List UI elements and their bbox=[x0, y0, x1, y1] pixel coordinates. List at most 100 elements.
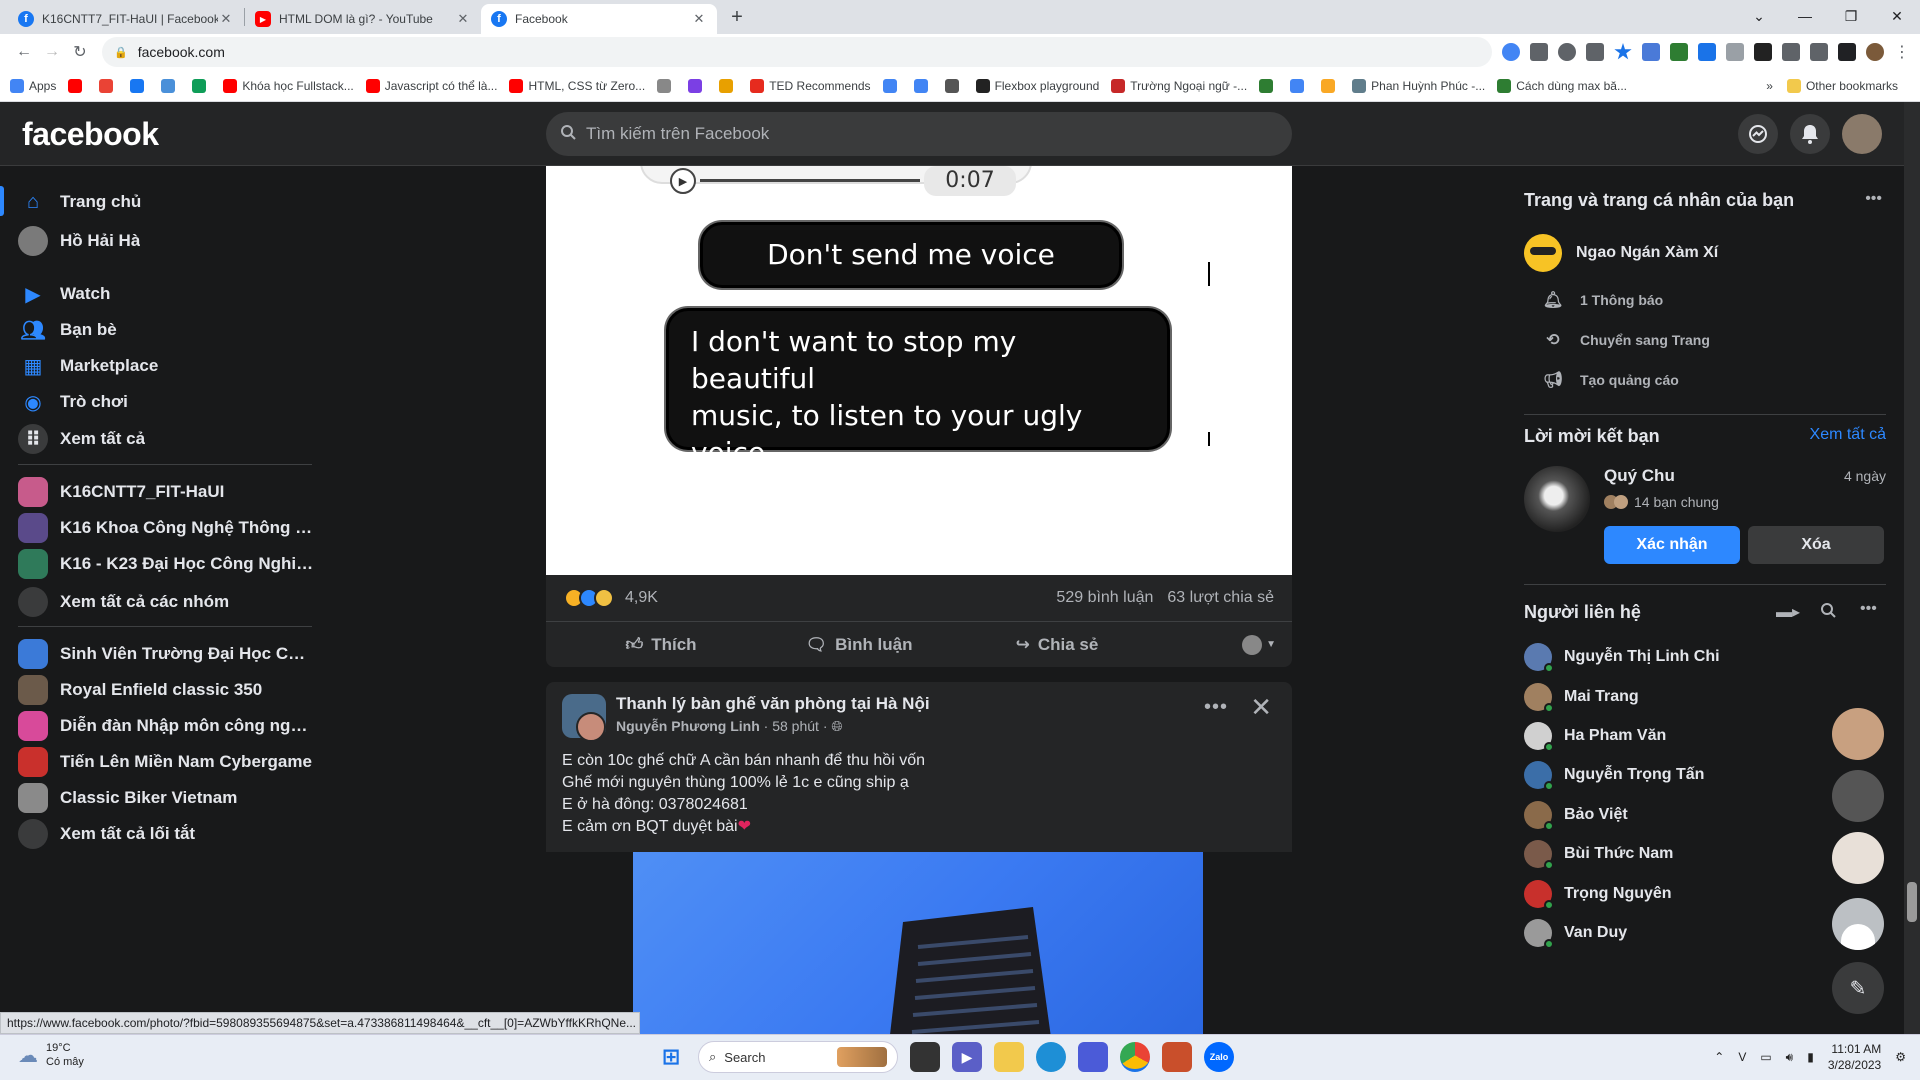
page-notifications[interactable]: 🔔︎ 1 Thông báo bbox=[1542, 290, 1663, 310]
omnibox[interactable]: 🔒 facebook.com bbox=[102, 37, 1492, 67]
bookmark-item[interactable] bbox=[688, 78, 707, 93]
bookmark-item[interactable] bbox=[1290, 78, 1309, 93]
chat-head[interactable] bbox=[1832, 832, 1884, 884]
office-icon[interactable] bbox=[1162, 1042, 1192, 1072]
search-input[interactable]: Tìm kiếm trên Facebook bbox=[546, 112, 1292, 156]
edge-icon[interactable] bbox=[1036, 1042, 1066, 1072]
puzzle-icon[interactable] bbox=[1782, 43, 1800, 61]
bookmark-item[interactable] bbox=[657, 78, 676, 93]
notifications-button[interactable] bbox=[1790, 114, 1830, 154]
volume-icon[interactable]: 🔊︎ bbox=[1786, 1050, 1794, 1065]
reaction-profile-selector[interactable]: ▼ bbox=[1156, 634, 1276, 655]
extension-icon[interactable] bbox=[1642, 43, 1660, 61]
switch-to-page[interactable]: ⟲ Chuyển sang Trang bbox=[1542, 330, 1710, 350]
bookmark-item[interactable] bbox=[1321, 78, 1340, 93]
contact-item[interactable]: Nguyễn Trọng Tấn bbox=[1524, 758, 1704, 792]
bookmark-item[interactable]: TED Recommends bbox=[750, 78, 871, 93]
tab-search-icon[interactable]: ⌄ bbox=[1736, 0, 1782, 32]
share-count[interactable]: 63 lượt chia sẻ bbox=[1167, 589, 1274, 607]
extension-icon[interactable] bbox=[1754, 43, 1772, 61]
nav-watch[interactable]: ▶ Watch bbox=[18, 276, 314, 312]
requester-avatar[interactable] bbox=[1524, 466, 1590, 532]
google-icon[interactable] bbox=[1502, 43, 1520, 61]
reaction-icons[interactable] bbox=[564, 588, 614, 608]
task-view-icon[interactable] bbox=[910, 1042, 940, 1072]
confirm-button[interactable]: Xác nhận bbox=[1604, 526, 1740, 564]
search-contacts-icon[interactable] bbox=[1820, 602, 1836, 623]
bookmark-item[interactable]: HTML, CSS từ Zero... bbox=[509, 78, 645, 93]
browser-tab-1[interactable]: ▶ HTML DOM là gì? - YouTube ✕ bbox=[245, 4, 481, 34]
file-explorer-icon[interactable] bbox=[994, 1042, 1024, 1072]
menu-kebab-icon[interactable]: ⋮ bbox=[1894, 42, 1910, 62]
see-all-link[interactable]: Xem tất cả bbox=[1810, 426, 1886, 444]
browser-tab-2[interactable]: f Facebook ✕ bbox=[481, 4, 717, 34]
minimize-button[interactable]: — bbox=[1782, 0, 1828, 32]
chat-head[interactable] bbox=[1832, 898, 1884, 950]
contact-item[interactable]: Bùi Thức Nam bbox=[1524, 837, 1673, 871]
contact-item[interactable]: Mai Trang bbox=[1524, 680, 1639, 714]
bookmark-item[interactable]: Javascript có thể là... bbox=[365, 78, 497, 93]
share-icon[interactable] bbox=[1586, 43, 1604, 61]
contact-item[interactable]: Nguyễn Thị Linh Chi bbox=[1524, 640, 1720, 674]
battery-icon[interactable]: ▮ bbox=[1807, 1050, 1814, 1064]
nav-shortcut[interactable]: Classic Biker Vietnam bbox=[18, 780, 314, 816]
facebook-logo[interactable]: facebook bbox=[22, 116, 159, 153]
messenger-button[interactable] bbox=[1738, 114, 1778, 154]
comment-count[interactable]: 529 bình luận bbox=[1056, 589, 1153, 607]
new-room-icon[interactable]: ▬▸ bbox=[1776, 602, 1800, 622]
vscode-icon[interactable] bbox=[1078, 1042, 1108, 1072]
nav-shortcut[interactable]: Diễn đàn Nhập môn công nghệ... bbox=[18, 708, 314, 744]
back-button[interactable]: ← bbox=[10, 43, 38, 61]
translate-icon[interactable] bbox=[1530, 43, 1548, 61]
bookmark-item[interactable] bbox=[192, 78, 211, 93]
new-tab-button[interactable]: + bbox=[723, 3, 751, 31]
page-scrollbar[interactable] bbox=[1904, 102, 1920, 1034]
nav-all-shortcuts[interactable]: Xem tất cả lối tắt bbox=[18, 816, 314, 852]
bookmark-item[interactable] bbox=[719, 78, 738, 93]
bookmark-item[interactable] bbox=[99, 78, 118, 93]
reaction-count[interactable]: 4,9K bbox=[625, 589, 658, 607]
close-tab-icon[interactable]: ✕ bbox=[691, 11, 707, 27]
profile-avatar[interactable] bbox=[1866, 43, 1884, 61]
windows-start-icon[interactable]: ⊞ bbox=[656, 1042, 686, 1072]
settings-gear-icon[interactable]: ⚙ bbox=[1895, 1050, 1906, 1064]
nav-group[interactable]: K16 - K23 Đại Học Công Nghiệ... bbox=[18, 546, 314, 582]
group-name[interactable]: Thanh lý bàn ghế văn phòng tại Hà Nội bbox=[616, 694, 930, 714]
more-options-icon[interactable]: ••• bbox=[1204, 696, 1228, 719]
share-button[interactable]: ↪ Chia sẻ bbox=[958, 635, 1156, 655]
chevron-up-icon[interactable]: ⌃ bbox=[1714, 1050, 1724, 1064]
more-options-icon[interactable]: ••• bbox=[1860, 600, 1877, 618]
weather-widget[interactable]: ☁ 19°C Có mây bbox=[18, 1041, 84, 1069]
bookmark-item[interactable] bbox=[882, 78, 902, 93]
bookmark-item[interactable] bbox=[913, 78, 933, 93]
lock-icon[interactable]: 🔒 bbox=[114, 46, 128, 59]
contact-item[interactable]: Bảo Việt bbox=[1524, 798, 1628, 832]
page-item[interactable]: Ngao Ngán Xàm Xí bbox=[1524, 234, 1718, 272]
nav-friends[interactable]: 👥︎ Bạn bè bbox=[18, 312, 314, 348]
extension-icon[interactable] bbox=[1726, 43, 1744, 61]
nav-group[interactable]: K16 Khoa Công Nghệ Thông Ti... bbox=[18, 510, 314, 546]
close-window-button[interactable]: ✕ bbox=[1874, 0, 1920, 32]
bookmark-item[interactable] bbox=[161, 78, 180, 93]
nav-marketplace[interactable]: ▦ Marketplace bbox=[18, 348, 314, 384]
bookmark-star-icon[interactable] bbox=[1614, 43, 1632, 60]
nav-profile[interactable]: Hồ Hải Hà bbox=[18, 223, 314, 259]
nav-gaming[interactable]: ◉ Trò chơi bbox=[18, 384, 314, 420]
chrome-icon[interactable] bbox=[1120, 1042, 1150, 1072]
zalo-icon[interactable]: Zalo bbox=[1204, 1042, 1234, 1072]
clock[interactable]: 11:01 AM 3/28/2023 bbox=[1828, 1041, 1881, 1073]
bookmark-item[interactable] bbox=[1259, 78, 1278, 93]
bookmark-item[interactable]: Khóa học Fullstack... bbox=[223, 78, 354, 93]
delete-button[interactable]: Xóa bbox=[1748, 526, 1884, 564]
vietkey-icon[interactable]: V bbox=[1738, 1050, 1746, 1064]
nav-shortcut[interactable]: Sinh Viên Trường Đại Học Công... bbox=[18, 636, 314, 672]
contact-item[interactable]: Van Duy bbox=[1524, 916, 1627, 950]
nav-home[interactable]: ⌂ Trang chủ bbox=[18, 184, 314, 220]
teams-chat-icon[interactable]: ▶ bbox=[952, 1042, 982, 1072]
bookmark-item[interactable] bbox=[944, 78, 964, 93]
forward-button[interactable]: → bbox=[38, 43, 66, 61]
nav-see-all[interactable]: ⠿ Xem tất cả bbox=[18, 421, 314, 457]
post-time[interactable]: 58 phút bbox=[772, 718, 819, 734]
restore-button[interactable]: ❐ bbox=[1828, 0, 1874, 32]
reading-list-icon[interactable] bbox=[1810, 43, 1828, 61]
